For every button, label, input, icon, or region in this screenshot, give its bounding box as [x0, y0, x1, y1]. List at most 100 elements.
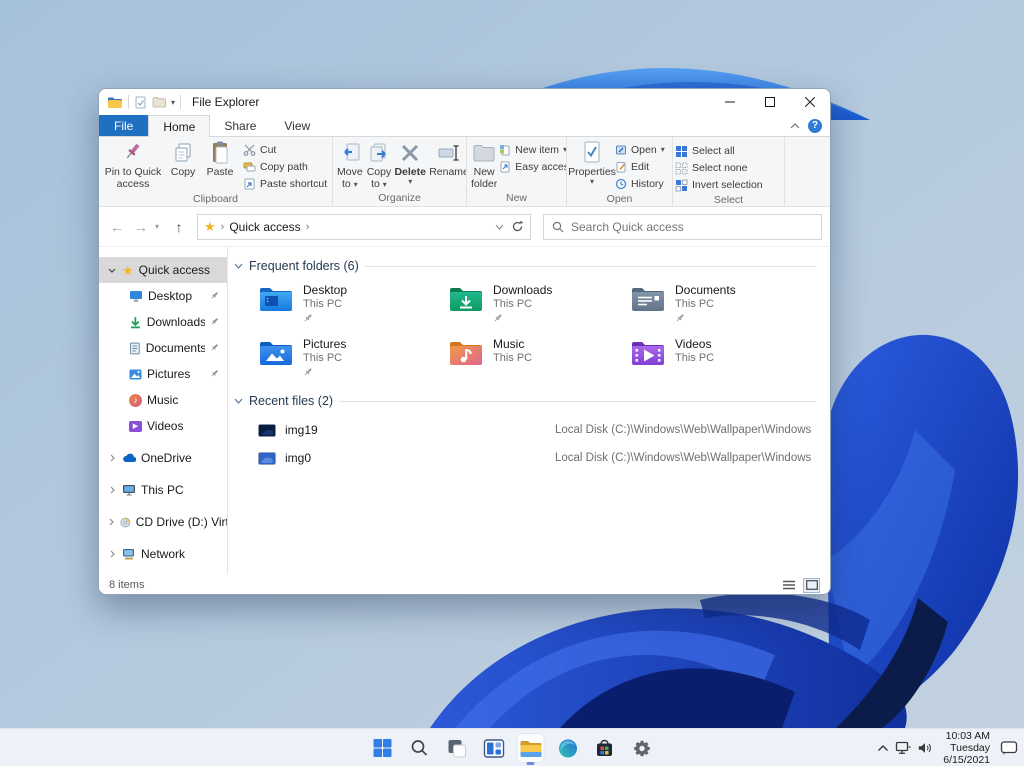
qat-customize-caret-icon[interactable]: ▾: [171, 98, 175, 107]
sidebar-item-quick-access[interactable]: ★ Quick access: [99, 257, 227, 283]
tray-chevron-up-icon[interactable]: [877, 744, 889, 752]
chevron-right-icon[interactable]: [110, 454, 115, 462]
collapse-chevron-icon[interactable]: [234, 398, 243, 404]
chevron-right-icon[interactable]: [110, 550, 115, 558]
copy-path-button[interactable]: Copy path: [243, 159, 327, 175]
search-box[interactable]: Search Quick access: [543, 213, 822, 240]
pin-to-quick-access-button[interactable]: Pin to Quick access: [101, 139, 165, 191]
tab-file[interactable]: File: [99, 115, 149, 136]
up-button[interactable]: ↑: [169, 219, 189, 235]
folder-tile-desktop[interactable]: Desktop This PC: [258, 283, 448, 332]
folder-tile-pictures[interactable]: Pictures This PC: [258, 337, 448, 386]
back-button[interactable]: ←: [107, 219, 127, 235]
select-all-button[interactable]: Select all: [675, 143, 763, 159]
move-to-icon: [344, 143, 360, 161]
rename-button[interactable]: Rename: [427, 139, 466, 179]
help-icon[interactable]: ?: [808, 118, 822, 133]
delete-x-icon: [402, 144, 419, 162]
recent-file-row[interactable]: img0 Local Disk (C:)\Windows\Web\Wallpap…: [258, 444, 830, 472]
invert-selection-button[interactable]: Invert selection: [675, 177, 763, 193]
onedrive-cloud-icon: [123, 453, 136, 463]
sidebar-item-music[interactable]: ♪ Music: [99, 387, 227, 413]
paste-button[interactable]: Paste: [201, 139, 239, 179]
sidebar-item-this-pc[interactable]: This PC: [99, 477, 227, 503]
copy-button[interactable]: Copy: [165, 139, 201, 179]
recent-files-header[interactable]: Recent files (2): [234, 394, 830, 408]
easy-access-button[interactable]: Easy access▾: [499, 159, 566, 175]
music-folder-icon: [450, 342, 482, 365]
volume-tray-icon[interactable]: [917, 741, 933, 755]
cd-drive-icon: [120, 517, 131, 527]
folder-tile-videos[interactable]: Videos This PC: [630, 337, 805, 386]
close-button[interactable]: [790, 89, 830, 115]
widgets-button[interactable]: [480, 733, 508, 763]
move-to-button[interactable]: Move to ▾: [335, 139, 365, 191]
paste-shortcut-button[interactable]: Paste shortcut: [243, 176, 327, 192]
chevron-down-icon[interactable]: [108, 268, 116, 273]
edge-button[interactable]: [554, 733, 582, 763]
tab-home[interactable]: Home: [148, 115, 211, 137]
settings-button[interactable]: [628, 733, 656, 763]
cut-button[interactable]: Cut: [243, 142, 327, 158]
select-none-button[interactable]: Select none: [675, 160, 763, 176]
history-button[interactable]: History: [615, 176, 665, 192]
refresh-icon[interactable]: [511, 220, 524, 233]
minimize-ribbon-icon[interactable]: [790, 122, 800, 129]
recent-file-row[interactable]: img19 Local Disk (C:)\Windows\Web\Wallpa…: [258, 416, 830, 444]
thumbnail-view-button[interactable]: [803, 577, 820, 593]
edit-button[interactable]: Edit: [615, 159, 665, 175]
notifications-chat-icon[interactable]: [1000, 740, 1018, 756]
group-label-organize: Organize: [378, 192, 421, 204]
tab-view[interactable]: View: [270, 115, 324, 136]
minimize-button[interactable]: [710, 89, 750, 115]
pin-icon: [211, 318, 218, 325]
qat-properties-icon[interactable]: [134, 96, 147, 109]
chevron-right-icon[interactable]: [109, 518, 114, 526]
maximize-button[interactable]: [750, 89, 790, 115]
sidebar-item-videos[interactable]: ▶ Videos: [99, 413, 227, 439]
sidebar-item-downloads[interactable]: Downloads: [99, 309, 227, 335]
breadcrumb-location[interactable]: Quick access: [229, 220, 300, 234]
delete-button[interactable]: Delete ▾: [393, 139, 427, 187]
qat-new-folder-icon[interactable]: [152, 96, 166, 108]
sidebar-item-cd-drive[interactable]: CD Drive (D:) Virtuall: [99, 509, 227, 535]
task-view-button[interactable]: [443, 733, 471, 763]
folder-tile-downloads[interactable]: Downloads This PC: [448, 283, 630, 332]
store-button[interactable]: [591, 733, 619, 763]
network-tray-icon[interactable]: [895, 741, 911, 755]
forward-button[interactable]: →: [131, 219, 151, 235]
new-folder-button[interactable]: New folder: [469, 139, 499, 191]
sidebar-item-desktop[interactable]: Desktop: [99, 283, 227, 309]
image-thumbnail-icon: [258, 423, 276, 437]
folder-tile-music[interactable]: Music This PC: [448, 337, 630, 386]
sidebar-item-onedrive[interactable]: OneDrive: [99, 445, 227, 471]
tab-share[interactable]: Share: [210, 115, 270, 136]
address-bar[interactable]: ★ › Quick access ›: [197, 213, 531, 240]
sidebar-item-pictures[interactable]: Pictures: [99, 361, 227, 387]
clock[interactable]: 10:03 AM Tuesday 6/15/2021: [939, 730, 994, 766]
copy-to-button[interactable]: Copy to ▾: [365, 139, 394, 191]
file-explorer-button[interactable]: [516, 733, 545, 763]
breadcrumb-chevron-icon[interactable]: ›: [221, 221, 225, 233]
new-item-button[interactable]: New item ▾: [499, 142, 566, 158]
recent-locations-caret-icon[interactable]: ▾: [155, 222, 165, 231]
folder-tile-documents[interactable]: Documents This PC: [630, 283, 805, 332]
sidebar-item-documents[interactable]: Documents: [99, 335, 227, 361]
ribbon-group-select: Select all Select none Invert selection …: [673, 137, 785, 206]
task-view-icon: [448, 739, 466, 757]
address-dropdown-icon[interactable]: [495, 224, 504, 230]
details-view-button[interactable]: [780, 578, 797, 593]
sidebar-item-network[interactable]: Network: [99, 541, 227, 567]
select-all-icon: [676, 145, 687, 157]
group-label-select: Select: [713, 194, 744, 206]
videos-folder-icon: [632, 342, 664, 365]
open-button[interactable]: Open ▾: [615, 142, 665, 158]
properties-button[interactable]: Properties ▾: [568, 139, 616, 187]
pin-icon: [211, 370, 218, 377]
frequent-folders-header[interactable]: Frequent folders (6): [234, 259, 830, 273]
search-button[interactable]: [406, 733, 434, 763]
chevron-right-icon[interactable]: [110, 486, 115, 494]
collapse-chevron-icon[interactable]: [234, 263, 243, 269]
start-button[interactable]: [369, 733, 397, 763]
breadcrumb-chevron-icon[interactable]: ›: [306, 221, 310, 233]
